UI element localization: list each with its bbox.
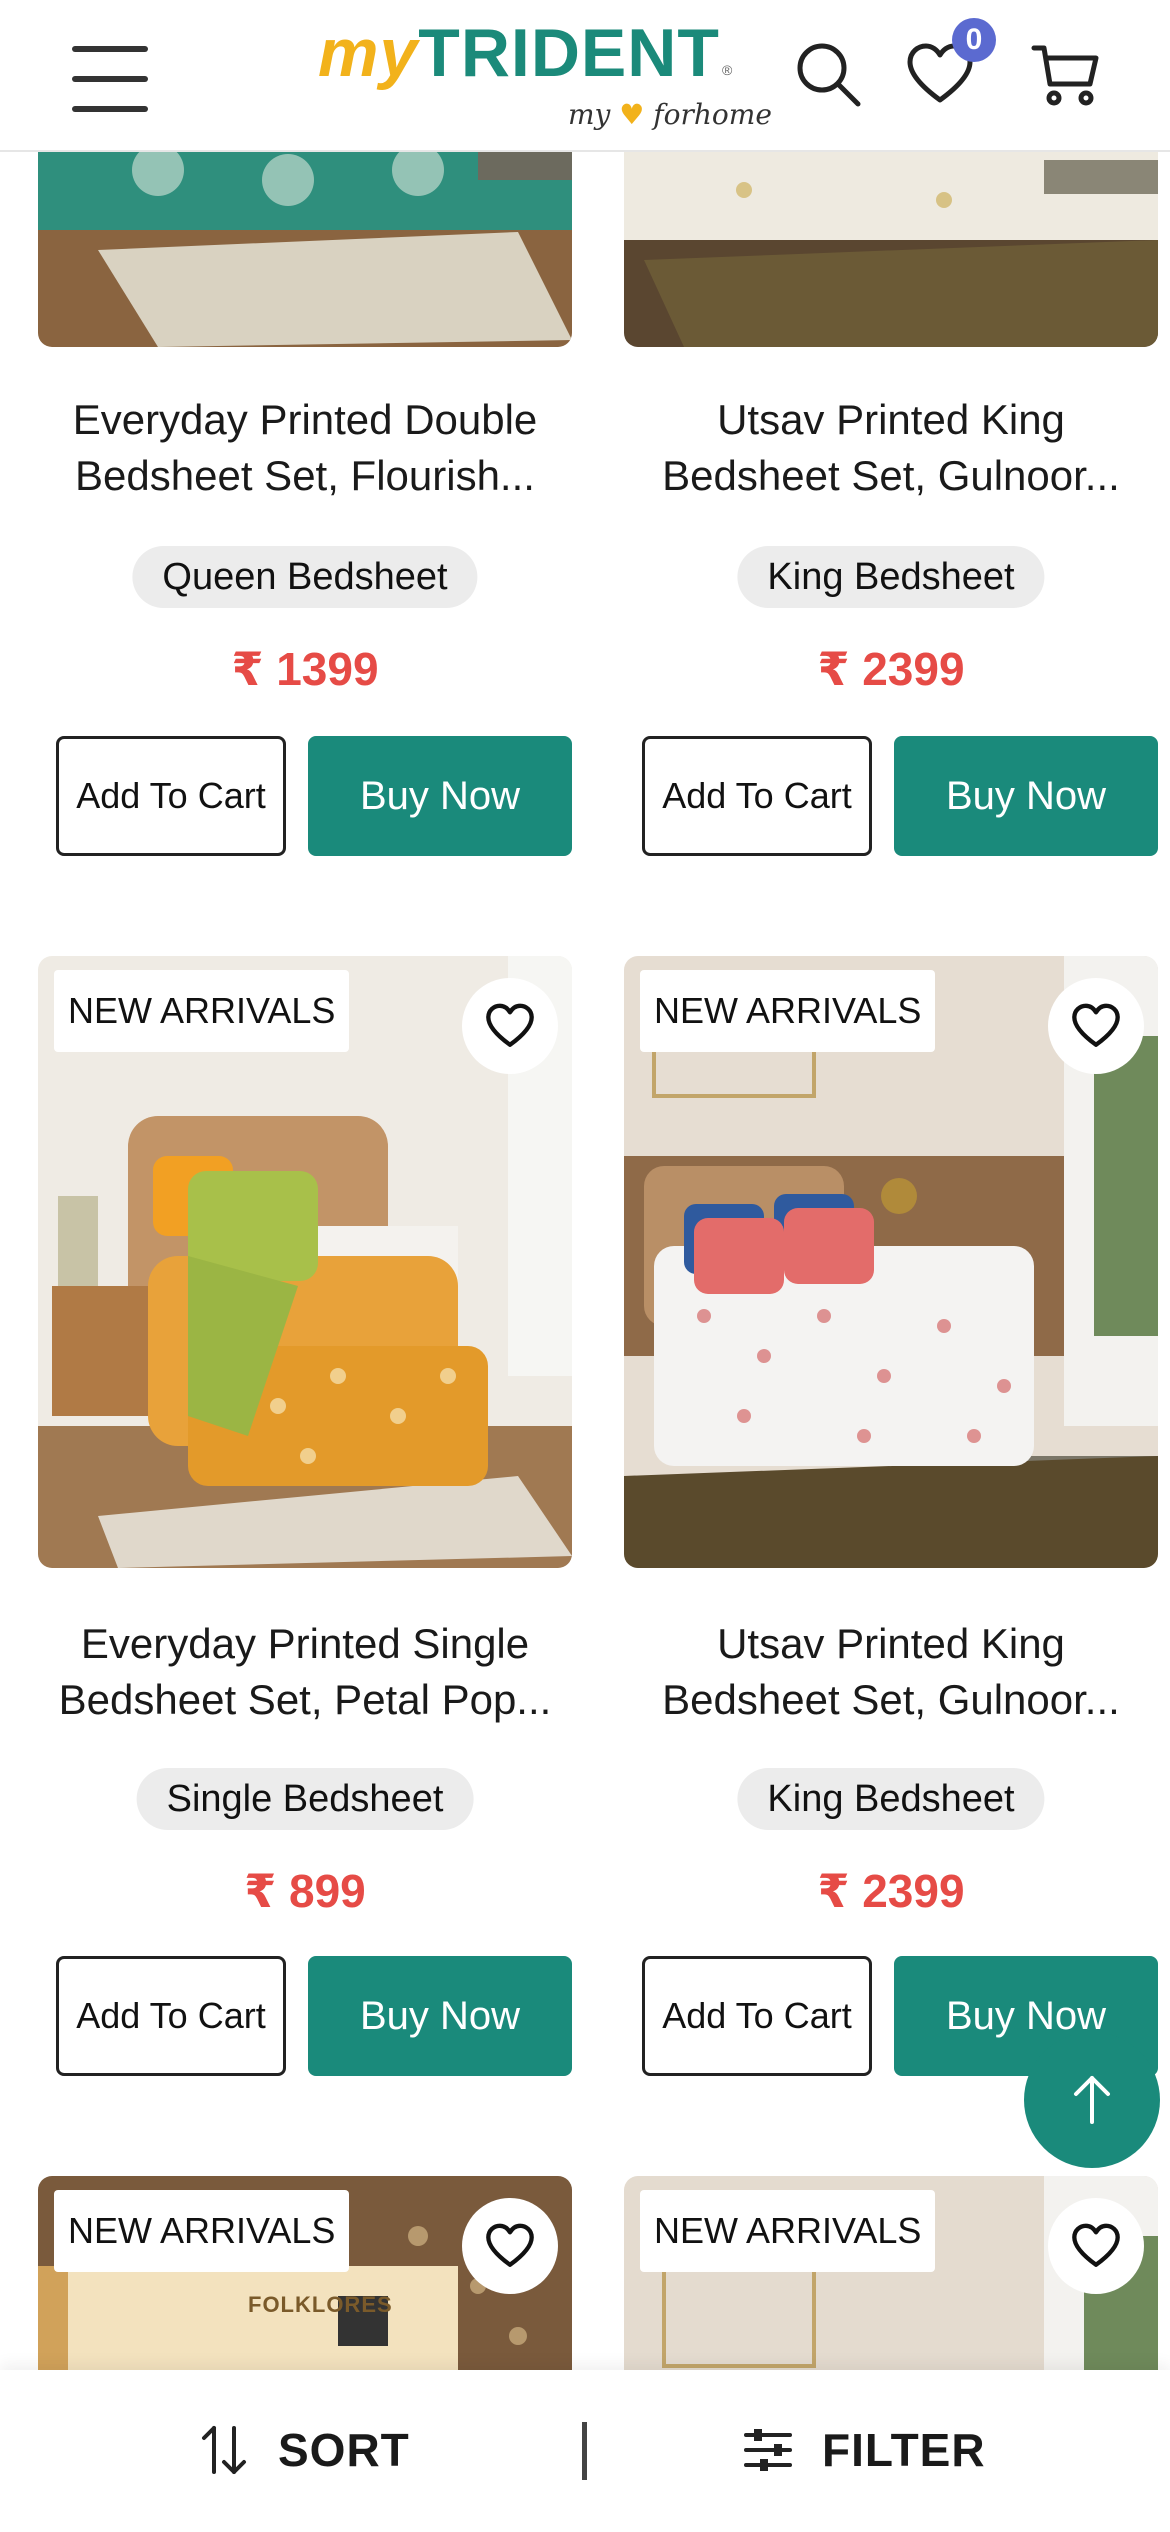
add-to-cart-button[interactable]: Add To Cart xyxy=(642,736,872,856)
size-tag: King Bedsheet xyxy=(737,1768,1045,1830)
wishlist-toggle[interactable] xyxy=(462,2198,558,2294)
product-title[interactable]: Utsav Printed King Bedsheet Set, Gulnoor… xyxy=(624,392,1158,504)
sort-filter-bar: SORT FILTER xyxy=(0,2370,1170,2532)
price: ₹ 2399 xyxy=(817,1865,965,1917)
search-icon[interactable] xyxy=(792,38,864,110)
divider xyxy=(582,2422,587,2480)
new-arrivals-badge: NEW ARRIVALS xyxy=(54,970,350,1052)
product-title[interactable]: Utsav Printed King Bedsheet Set, Gulnoor… xyxy=(624,1616,1158,1728)
new-arrivals-badge: NEW ARRIVALS xyxy=(54,2190,350,2272)
heart-icon xyxy=(1072,1003,1120,1047)
logo-tagline: my ♥ forhome xyxy=(568,98,772,131)
size-tag: Queen Bedsheet xyxy=(132,546,478,608)
add-to-cart-button[interactable]: Add To Cart xyxy=(56,736,286,856)
product-title[interactable]: Everyday Printed Double Bedsheet Set, Fl… xyxy=(38,392,572,504)
product-image[interactable]: FOLKLORES NEW ARRIVALS xyxy=(38,2176,572,2386)
new-arrivals-badge: NEW ARRIVALS xyxy=(640,970,936,1052)
filter-label: FILTER xyxy=(822,2424,986,2476)
product-image[interactable]: NEW ARRIVALS xyxy=(624,2176,1158,2386)
price: ₹ 2399 xyxy=(817,643,965,695)
add-to-cart-button[interactable]: Add To Cart xyxy=(56,1956,286,2076)
product-title[interactable]: Everyday Printed Single Bedsheet Set, Pe… xyxy=(38,1616,572,1728)
sort-button[interactable]: SORT xyxy=(200,2410,410,2490)
logo-trademark: ® xyxy=(722,62,733,78)
buy-now-button[interactable]: Buy Now xyxy=(308,736,572,856)
wishlist-toggle[interactable] xyxy=(462,978,558,1074)
logo[interactable]: myTRIDENT ® my ♥ forhome xyxy=(318,14,772,134)
heart-icon xyxy=(486,2223,534,2267)
new-arrivals-badge: NEW ARRIVALS xyxy=(640,2190,936,2272)
heart-icon xyxy=(486,1003,534,1047)
box-label: FOLKLORES xyxy=(248,2292,393,2317)
header: myTRIDENT ® my ♥ forhome 0 xyxy=(0,0,1170,152)
buy-now-button[interactable]: Buy Now xyxy=(894,736,1158,856)
filter-button[interactable]: FILTER xyxy=(744,2410,986,2490)
buy-now-button[interactable]: Buy Now xyxy=(308,1956,572,2076)
sort-icon xyxy=(202,2426,246,2474)
size-tag: Single Bedsheet xyxy=(136,1768,474,1830)
wishlist-count-badge: 0 xyxy=(952,18,996,62)
heart-icon xyxy=(1072,2223,1120,2267)
sort-label: SORT xyxy=(278,2424,410,2476)
price: ₹ 1399 xyxy=(231,643,379,695)
filter-sliders-icon xyxy=(744,2429,792,2471)
logo-my: my xyxy=(318,15,419,91)
logo-brand: TRIDENT xyxy=(418,15,720,91)
product-image[interactable]: NEW ARRIVALS xyxy=(624,956,1158,1568)
logo-heart-icon: ♥ xyxy=(619,98,645,131)
size-tag: King Bedsheet xyxy=(737,546,1045,608)
wishlist-toggle[interactable] xyxy=(1048,978,1144,1074)
price: ₹ 899 xyxy=(244,1865,366,1917)
menu-icon[interactable] xyxy=(72,46,148,112)
cart-icon[interactable] xyxy=(1030,38,1102,110)
scroll-to-top-button[interactable] xyxy=(1024,2032,1160,2168)
wishlist-toggle[interactable] xyxy=(1048,2198,1144,2294)
arrow-up-icon xyxy=(1074,2076,1110,2124)
product-image[interactable]: NEW ARRIVALS xyxy=(38,956,572,1568)
add-to-cart-button[interactable]: Add To Cart xyxy=(642,1956,872,2076)
